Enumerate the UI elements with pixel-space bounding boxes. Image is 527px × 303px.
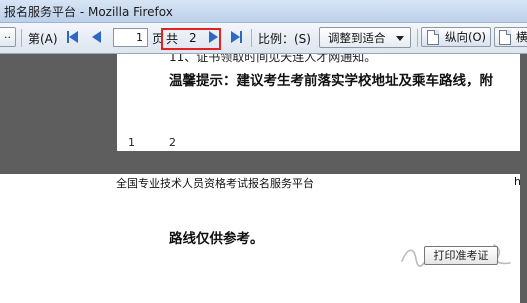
landscape-button[interactable]: 横 [494, 27, 527, 47]
landscape-page-icon [499, 30, 511, 45]
portrait-button[interactable]: 纵向(O) [421, 27, 491, 47]
page1-footer-right: 2 [169, 136, 176, 149]
toolbar-separator [417, 29, 418, 47]
toolbar-separator [251, 29, 252, 47]
page2-header-left: 全国专业技术人员资格考试报名服务平台 [116, 177, 314, 190]
first-page-icon [66, 31, 78, 43]
chevron-down-icon [396, 36, 404, 41]
page2-header-right: h [514, 175, 521, 188]
page-prefix-label: 第(A) [28, 31, 58, 46]
previous-page-button[interactable] [88, 29, 104, 45]
toolbar-separator [21, 29, 22, 47]
portrait-page-icon [427, 30, 439, 45]
print-admission-ticket-button[interactable]: 打印准考证 [424, 246, 498, 265]
first-page-button[interactable] [64, 29, 80, 45]
highlight-box [161, 28, 221, 50]
page-2-left-margin [0, 174, 117, 303]
last-page-icon [230, 31, 242, 43]
print-button[interactable]: .. [0, 27, 16, 47]
scale-select[interactable]: 调整到适合 [319, 27, 411, 48]
window-title: 报名服务平台 - Mozilla Firefox [4, 5, 173, 19]
page2-body: 路线仅供参考。 [169, 231, 264, 247]
print-button-label: .. [4, 28, 11, 41]
print-preview-toolbar: .. 第(A) 1 页 共 2 比例：(S) 调整到适合 纵向(O) 横 [0, 23, 527, 54]
portrait-label: 纵向(O) [445, 30, 487, 44]
title-bar: 报名服务平台 - Mozilla Firefox [0, 0, 527, 23]
page1-tip: 温馨提示：建议考生考前落实学校地址及乘车路线，附 [169, 73, 493, 89]
previous-arrow-icon [91, 31, 101, 43]
preview-page-1: 11、证书领取时间见天连人才网通知。 温馨提示：建议考生考前落实学校地址及乘车路… [117, 54, 520, 151]
scale-select-value: 调整到适合 [328, 31, 386, 45]
page1-line-top: 11、证书领取时间见天连人才网通知。 [169, 54, 377, 64]
scale-label: 比例：(S) [258, 31, 311, 46]
page-number-input[interactable]: 1 [113, 28, 148, 47]
landscape-label: 横 [516, 30, 527, 44]
page1-footer-left: 1 [128, 136, 135, 149]
last-page-button[interactable] [228, 29, 244, 45]
